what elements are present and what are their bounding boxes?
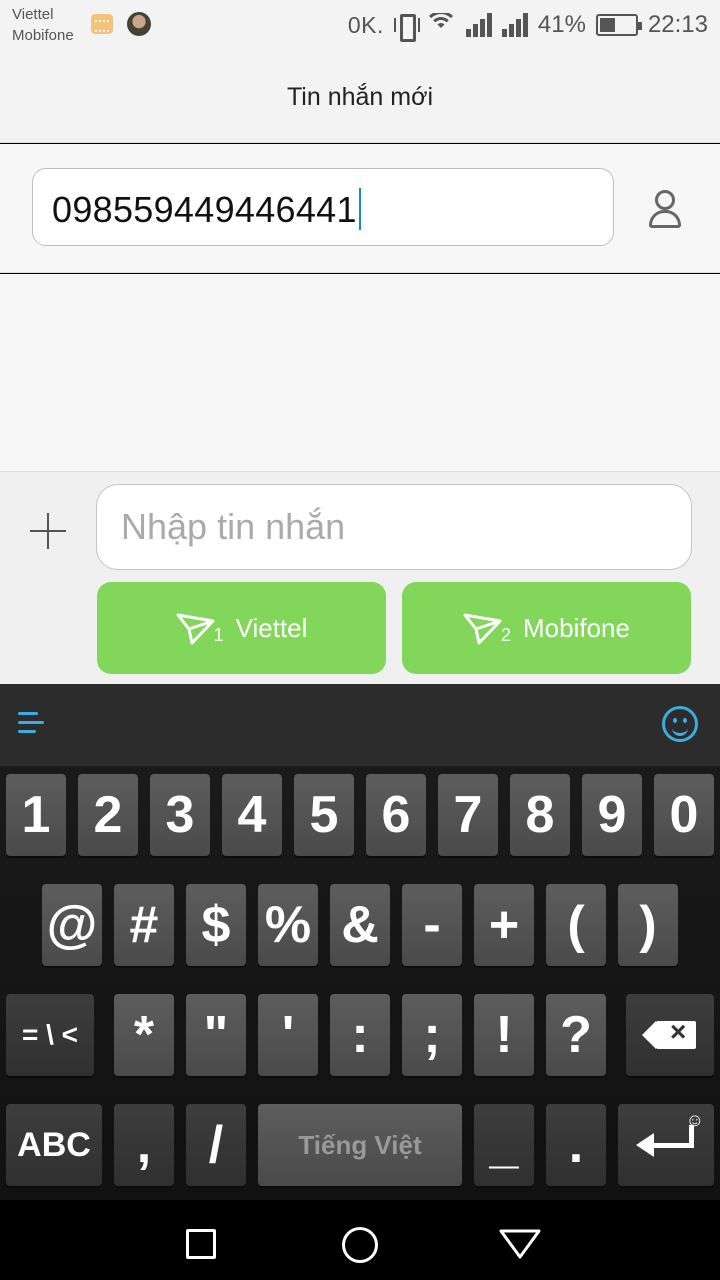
keyboard-notification-icon	[91, 14, 113, 34]
key-plus[interactable]: +	[474, 884, 534, 966]
key-slash[interactable]: /	[186, 1104, 246, 1186]
key-double-quote[interactable]: "	[186, 994, 246, 1076]
back-icon[interactable]	[498, 1228, 542, 1260]
send-icon	[463, 613, 502, 645]
backspace-key[interactable]: ×	[626, 994, 714, 1076]
compose-bar: 1 Viettel 2 Mobifone	[0, 472, 720, 684]
key-open-paren[interactable]: (	[546, 884, 606, 966]
home-icon[interactable]	[342, 1227, 378, 1263]
key-comma[interactable]: ,	[114, 1104, 174, 1186]
recipient-section: 098559449446441	[0, 144, 720, 273]
key-3[interactable]: 3	[150, 774, 210, 856]
signal-icon-sim2	[501, 13, 528, 37]
key-at[interactable]: @	[42, 884, 102, 966]
sim-index: 1	[213, 624, 224, 645]
carrier-labels: Viettel Mobifone	[12, 4, 74, 46]
key-hash[interactable]: #	[114, 884, 174, 966]
message-thread-area	[0, 274, 720, 472]
send-button-sim1[interactable]: 1 Viettel	[97, 582, 386, 674]
key-close-paren[interactable]: )	[618, 884, 678, 966]
key-colon[interactable]: :	[330, 994, 390, 1076]
enter-key[interactable]: ☺	[618, 1104, 714, 1186]
message-input[interactable]	[96, 484, 692, 570]
wifi-icon	[425, 13, 456, 37]
status-bar: Viettel Mobifone 0K. 41% 22:13	[0, 0, 720, 50]
abc-key[interactable]: ABC	[6, 1104, 102, 1186]
key-asterisk[interactable]: *	[114, 994, 174, 1076]
key-ampersand[interactable]: &	[330, 884, 390, 966]
keyboard-toolbar	[0, 684, 720, 766]
send-label: Mobifone	[523, 612, 630, 643]
sim-index: 2	[501, 624, 512, 645]
space-key[interactable]: Tiếng Việt	[258, 1104, 462, 1186]
status-indicators: 0K. 41% 22:13	[348, 8, 708, 42]
recents-icon[interactable]	[186, 1229, 216, 1259]
title-bar: Tin nhắn mới	[0, 50, 720, 143]
key-dollar[interactable]: $	[186, 884, 246, 966]
key-percent[interactable]: %	[258, 884, 318, 966]
contact-picker-icon[interactable]	[645, 188, 685, 230]
recipient-value: 098559449446441	[52, 188, 361, 231]
emoji-icon[interactable]	[662, 706, 698, 742]
battery-icon	[595, 14, 642, 36]
page-title: Tin nhắn mới	[286, 83, 434, 111]
text-cursor	[358, 188, 361, 231]
key-dot[interactable]: .	[546, 1104, 606, 1186]
key-2[interactable]: 2	[78, 774, 138, 856]
key-0[interactable]: 0	[654, 774, 714, 856]
smiley-icon: ☺	[685, 1110, 704, 1130]
key-exclamation[interactable]: !	[474, 994, 534, 1076]
carrier-2: Mobifone	[12, 27, 74, 44]
key-4[interactable]: 4	[222, 774, 282, 856]
avatar-notification-icon	[127, 12, 151, 36]
carrier-1: Viettel	[12, 6, 54, 23]
network-speed: 0K.	[347, 11, 384, 38]
attach-plus-icon[interactable]	[30, 513, 66, 549]
key-more-symbols[interactable]: = \ <	[6, 994, 94, 1076]
key-single-quote[interactable]: '	[258, 994, 318, 1076]
key-minus[interactable]: -	[402, 884, 462, 966]
send-icon	[176, 613, 215, 645]
enter-icon	[636, 1125, 696, 1165]
backspace-icon: ×	[642, 1016, 696, 1049]
send-button-sim2[interactable]: 2 Mobifone	[402, 582, 691, 674]
key-9[interactable]: 9	[582, 774, 642, 856]
recipient-input[interactable]: 098559449446441	[32, 168, 614, 246]
key-5[interactable]: 5	[294, 774, 354, 856]
clock: 22:13	[647, 11, 708, 38]
battery-percent: 41%	[537, 11, 586, 38]
key-question[interactable]: ?	[546, 994, 606, 1076]
key-6[interactable]: 6	[366, 774, 426, 856]
key-7[interactable]: 7	[438, 774, 498, 856]
key-semicolon[interactable]: ;	[402, 994, 462, 1076]
key-1[interactable]: 1	[6, 774, 66, 856]
key-underscore[interactable]: _	[474, 1104, 534, 1186]
signal-icon-sim1	[465, 13, 492, 37]
vibrate-icon	[393, 12, 420, 42]
send-label: Viettel	[235, 612, 308, 643]
key-8[interactable]: 8	[510, 774, 570, 856]
keyboard-menu-icon[interactable]	[18, 709, 46, 737]
